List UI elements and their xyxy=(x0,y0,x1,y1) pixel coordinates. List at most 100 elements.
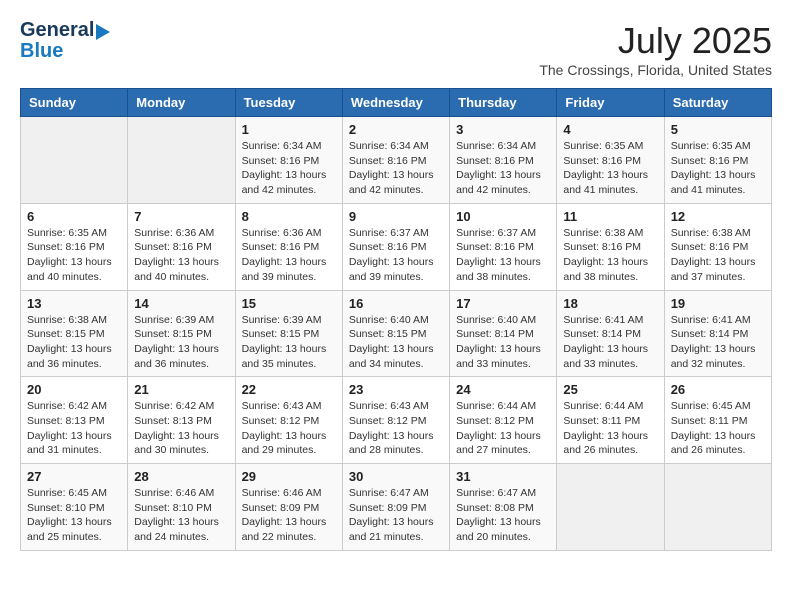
cell-info: Sunrise: 6:41 AM Sunset: 8:14 PM Dayligh… xyxy=(563,313,657,372)
calendar-cell: 23 Sunrise: 6:43 AM Sunset: 8:12 PM Dayli… xyxy=(342,377,449,464)
day-number: 2 xyxy=(349,122,443,137)
cell-info: Sunrise: 6:47 AM Sunset: 8:08 PM Dayligh… xyxy=(456,486,550,545)
day-number: 21 xyxy=(134,382,228,397)
calendar-cell: 4Sunrise: 6:35 AM Sunset: 8:16 PM Daylig… xyxy=(557,117,664,204)
column-header-wednesday: Wednesday xyxy=(342,89,449,117)
calendar-cell: 28 Sunrise: 6:46 AM Sunset: 8:10 PM Dayli… xyxy=(128,464,235,551)
day-number: 19 xyxy=(671,296,765,311)
calendar-cell: 26 Sunrise: 6:45 AM Sunset: 8:11 PM Dayli… xyxy=(664,377,771,464)
cell-info: Sunrise: 6:36 AM Sunset: 8:16 PM Dayligh… xyxy=(134,226,228,285)
cell-info: Sunrise: 6:45 AM Sunset: 8:11 PM Dayligh… xyxy=(671,399,765,458)
day-number: 5 xyxy=(671,122,765,137)
day-number: 28 xyxy=(134,469,228,484)
calendar-cell: 3 Sunrise: 6:34 AM Sunset: 8:16 PM Daylig… xyxy=(450,117,557,204)
cell-info: Sunrise: 6:39 AM Sunset: 8:15 PM Dayligh… xyxy=(242,313,336,372)
day-number: 24 xyxy=(456,382,550,397)
calendar-cell: 20 Sunrise: 6:42 AM Sunset: 8:13 PM Dayli… xyxy=(21,377,128,464)
main-title: July 2025 xyxy=(539,20,772,62)
cell-info: Sunrise: 6:34 AM Sunset: 8:16 PM Dayligh… xyxy=(242,139,336,198)
calendar-cell: 5Sunrise: 6:35 AM Sunset: 8:16 PM Daylig… xyxy=(664,117,771,204)
calendar-cell xyxy=(557,464,664,551)
cell-info: Sunrise: 6:42 AM Sunset: 8:13 PM Dayligh… xyxy=(134,399,228,458)
header: General Blue July 2025 The Crossings, Fl… xyxy=(20,20,772,78)
calendar-cell xyxy=(21,117,128,204)
day-number: 3 xyxy=(456,122,550,137)
calendar-cell: 8 Sunrise: 6:36 AM Sunset: 8:16 PM Daylig… xyxy=(235,203,342,290)
cell-info: Sunrise: 6:42 AM Sunset: 8:13 PM Dayligh… xyxy=(27,399,121,458)
cell-info: Sunrise: 6:40 AM Sunset: 8:15 PM Dayligh… xyxy=(349,313,443,372)
day-number: 18 xyxy=(563,296,657,311)
day-number: 31 xyxy=(456,469,550,484)
calendar-cell: 15 Sunrise: 6:39 AM Sunset: 8:15 PM Dayli… xyxy=(235,290,342,377)
calendar-cell xyxy=(664,464,771,551)
column-header-sunday: Sunday xyxy=(21,89,128,117)
day-number: 30 xyxy=(349,469,443,484)
calendar-cell: 12 Sunrise: 6:38 AM Sunset: 8:16 PM Dayli… xyxy=(664,203,771,290)
day-number: 6 xyxy=(27,209,121,224)
cell-info: Sunrise: 6:34 AM Sunset: 8:16 PM Dayligh… xyxy=(456,139,550,198)
calendar-cell: 21 Sunrise: 6:42 AM Sunset: 8:13 PM Dayli… xyxy=(128,377,235,464)
title-area: July 2025 The Crossings, Florida, United… xyxy=(539,20,772,78)
cell-info: Sunrise: 6:43 AM Sunset: 8:12 PM Dayligh… xyxy=(242,399,336,458)
day-number: 10 xyxy=(456,209,550,224)
calendar-table: SundayMondayTuesdayWednesdayThursdayFrid… xyxy=(20,88,772,551)
cell-info: Sunrise: 6:46 AM Sunset: 8:10 PM Dayligh… xyxy=(134,486,228,545)
day-number: 11 xyxy=(563,209,657,224)
calendar-cell: 31 Sunrise: 6:47 AM Sunset: 8:08 PM Dayli… xyxy=(450,464,557,551)
day-number: 9 xyxy=(349,209,443,224)
calendar-cell: 1 Sunrise: 6:34 AM Sunset: 8:16 PM Daylig… xyxy=(235,117,342,204)
calendar-cell: 13Sunrise: 6:38 AM Sunset: 8:15 PM Dayli… xyxy=(21,290,128,377)
cell-info: Sunrise: 6:43 AM Sunset: 8:12 PM Dayligh… xyxy=(349,399,443,458)
cell-info: Sunrise: 6:34 AM Sunset: 8:16 PM Dayligh… xyxy=(349,139,443,198)
calendar-cell: 22 Sunrise: 6:43 AM Sunset: 8:12 PM Dayli… xyxy=(235,377,342,464)
day-number: 15 xyxy=(242,296,336,311)
day-number: 26 xyxy=(671,382,765,397)
calendar-cell: 29 Sunrise: 6:46 AM Sunset: 8:09 PM Dayli… xyxy=(235,464,342,551)
day-number: 27 xyxy=(27,469,121,484)
calendar-cell: 14Sunrise: 6:39 AM Sunset: 8:15 PM Dayli… xyxy=(128,290,235,377)
cell-info: Sunrise: 6:45 AM Sunset: 8:10 PM Dayligh… xyxy=(27,486,121,545)
calendar-cell: 30 Sunrise: 6:47 AM Sunset: 8:09 PM Dayli… xyxy=(342,464,449,551)
column-header-thursday: Thursday xyxy=(450,89,557,117)
calendar-cell: 24 Sunrise: 6:44 AM Sunset: 8:12 PM Dayli… xyxy=(450,377,557,464)
day-number: 1 xyxy=(242,122,336,137)
calendar-cell: 11 Sunrise: 6:38 AM Sunset: 8:16 PM Dayli… xyxy=(557,203,664,290)
calendar-cell: 18 Sunrise: 6:41 AM Sunset: 8:14 PM Dayli… xyxy=(557,290,664,377)
logo: General Blue xyxy=(20,20,110,63)
subtitle: The Crossings, Florida, United States xyxy=(539,62,772,78)
logo-blue: Blue xyxy=(20,40,63,62)
day-number: 29 xyxy=(242,469,336,484)
calendar-cell: 6 Sunrise: 6:35 AM Sunset: 8:16 PM Daylig… xyxy=(21,203,128,290)
day-number: 17 xyxy=(456,296,550,311)
day-number: 8 xyxy=(242,209,336,224)
cell-info: Sunrise: 6:37 AM Sunset: 8:16 PM Dayligh… xyxy=(456,226,550,285)
calendar-cell: 16Sunrise: 6:40 AM Sunset: 8:15 PM Dayli… xyxy=(342,290,449,377)
calendar-cell: 7 Sunrise: 6:36 AM Sunset: 8:16 PM Daylig… xyxy=(128,203,235,290)
calendar-cell: 25 Sunrise: 6:44 AM Sunset: 8:11 PM Dayli… xyxy=(557,377,664,464)
cell-info: Sunrise: 6:40 AM Sunset: 8:14 PM Dayligh… xyxy=(456,313,550,372)
cell-info: Sunrise: 6:35 AM Sunset: 8:16 PM Dayligh… xyxy=(27,226,121,285)
calendar-cell: 17 Sunrise: 6:40 AM Sunset: 8:14 PM Dayli… xyxy=(450,290,557,377)
day-number: 25 xyxy=(563,382,657,397)
day-number: 23 xyxy=(349,382,443,397)
column-header-friday: Friday xyxy=(557,89,664,117)
cell-info: Sunrise: 6:38 AM Sunset: 8:16 PM Dayligh… xyxy=(671,226,765,285)
day-number: 13 xyxy=(27,296,121,311)
cell-info: Sunrise: 6:47 AM Sunset: 8:09 PM Dayligh… xyxy=(349,486,443,545)
column-header-tuesday: Tuesday xyxy=(235,89,342,117)
cell-info: Sunrise: 6:36 AM Sunset: 8:16 PM Dayligh… xyxy=(242,226,336,285)
calendar-cell: 27 Sunrise: 6:45 AM Sunset: 8:10 PM Dayli… xyxy=(21,464,128,551)
day-number: 20 xyxy=(27,382,121,397)
day-number: 22 xyxy=(242,382,336,397)
logo-general: General xyxy=(20,20,110,40)
day-number: 4 xyxy=(563,122,657,137)
cell-info: Sunrise: 6:37 AM Sunset: 8:16 PM Dayligh… xyxy=(349,226,443,285)
day-number: 12 xyxy=(671,209,765,224)
cell-info: Sunrise: 6:44 AM Sunset: 8:11 PM Dayligh… xyxy=(563,399,657,458)
calendar-cell: 19Sunrise: 6:41 AM Sunset: 8:14 PM Dayli… xyxy=(664,290,771,377)
cell-info: Sunrise: 6:38 AM Sunset: 8:16 PM Dayligh… xyxy=(563,226,657,285)
cell-info: Sunrise: 6:46 AM Sunset: 8:09 PM Dayligh… xyxy=(242,486,336,545)
cell-info: Sunrise: 6:39 AM Sunset: 8:15 PM Dayligh… xyxy=(134,313,228,372)
day-number: 7 xyxy=(134,209,228,224)
cell-info: Sunrise: 6:44 AM Sunset: 8:12 PM Dayligh… xyxy=(456,399,550,458)
